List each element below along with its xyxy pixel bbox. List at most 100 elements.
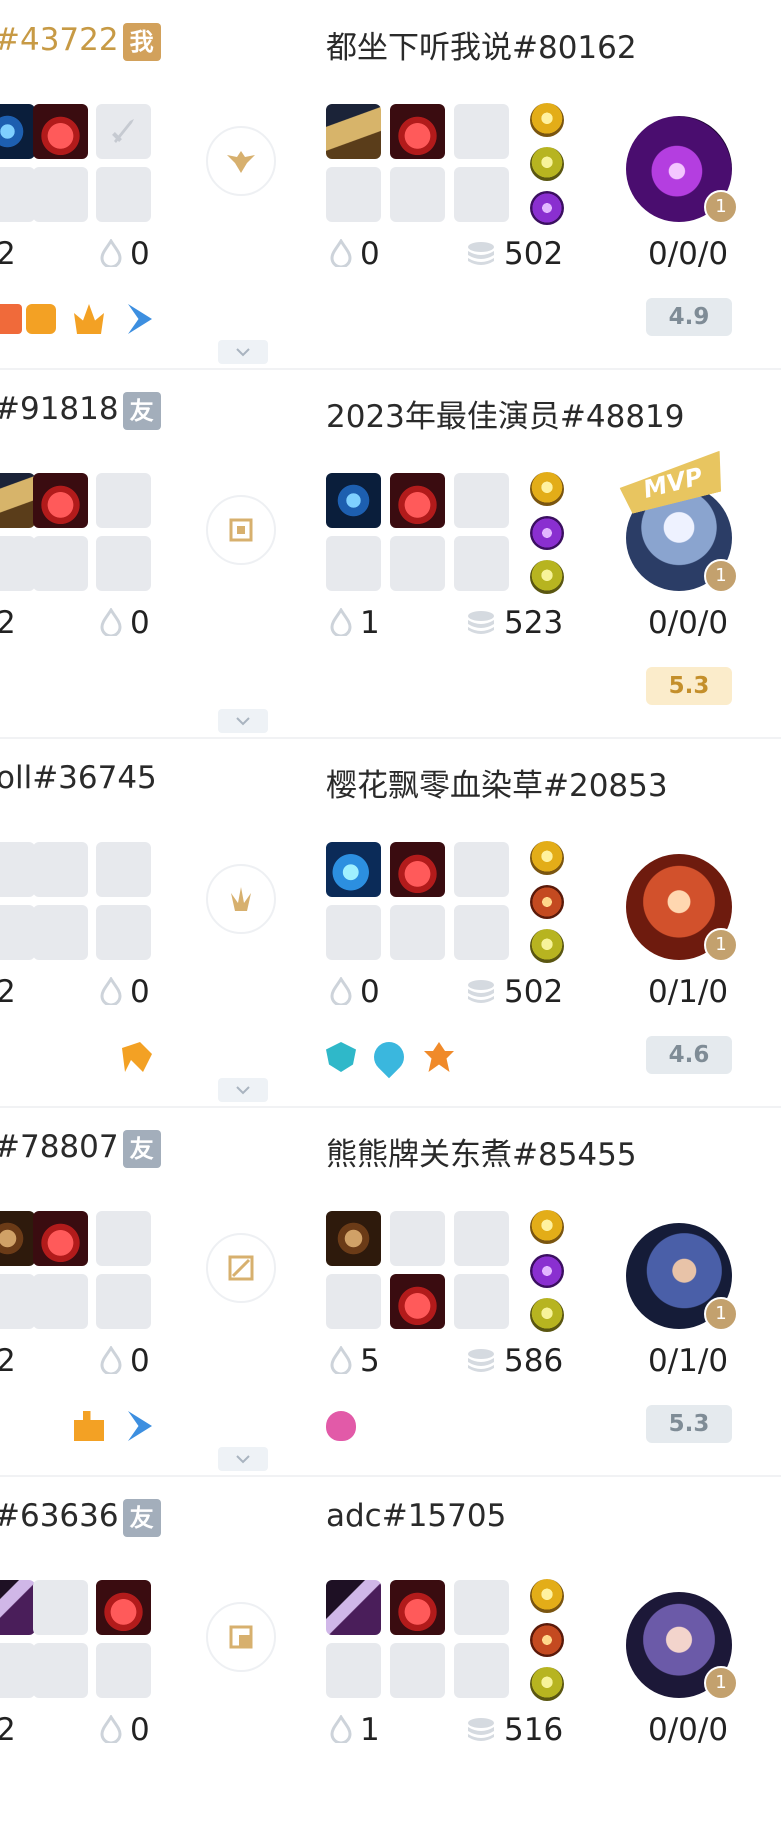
- empty-item-slot: [326, 536, 381, 591]
- empty-item-slot: [454, 104, 509, 159]
- score-badge: 4.9: [646, 298, 732, 336]
- empty-item-slot: [326, 1274, 381, 1329]
- item-slot[interactable]: [0, 473, 35, 528]
- item-slot[interactable]: [326, 104, 381, 159]
- right-player-name[interactable]: 熊熊牌关东煮#85455: [326, 1129, 637, 1174]
- gold-coin-icon: [468, 1718, 494, 1741]
- left-rune-icon: [74, 304, 104, 334]
- rune-keystone-icon: [530, 191, 564, 225]
- right-player-name[interactable]: 樱花飘零血染草#20853: [326, 760, 668, 805]
- empty-item-slot: [0, 1274, 35, 1329]
- empty-item-slot: [33, 1580, 88, 1635]
- right-gold: 516: [466, 1712, 563, 1748]
- summoner-spell-icon: [530, 1210, 564, 1244]
- item-slot[interactable]: [390, 1274, 445, 1329]
- expand-button[interactable]: [218, 1447, 268, 1471]
- level-badge: 1: [704, 190, 738, 224]
- gold-coin-icon: [468, 1349, 494, 1372]
- item-slot[interactable]: [0, 104, 35, 159]
- rune-keystone-icon: [530, 516, 564, 550]
- empty-item-slot: [96, 104, 151, 159]
- empty-item-slot: [390, 905, 445, 960]
- left-rune-icon: [74, 1411, 104, 1441]
- item-slot[interactable]: [390, 473, 445, 528]
- role-top-lane-icon: [206, 1233, 276, 1303]
- rune-keystone-icon: [530, 885, 564, 919]
- left-player-id: #43722: [0, 22, 119, 58]
- empty-item-slot: [454, 1643, 509, 1698]
- empty-item-slot: [326, 167, 381, 222]
- kda-text: 0/1/0: [648, 974, 729, 1010]
- left-wards: 0: [100, 1712, 150, 1748]
- gold-coin-icon: [468, 980, 494, 1003]
- item-slot[interactable]: [326, 842, 381, 897]
- left-stat: 2: [0, 236, 16, 272]
- item-slot[interactable]: [0, 1211, 35, 1266]
- player-row[interactable]: #43722 我 2 0 都坐下听我说#80162 1 0 502 0/0/0 4…: [0, 0, 781, 370]
- empty-item-slot: [96, 1274, 151, 1329]
- item-slot[interactable]: [390, 104, 445, 159]
- left-player-name[interactable]: #78807 友: [0, 1129, 161, 1168]
- empty-item-slot: [390, 167, 445, 222]
- left-wards: 0: [100, 974, 150, 1010]
- kda-text: 0/0/0: [648, 236, 729, 272]
- left-wards: 0: [100, 1343, 150, 1379]
- item-slot[interactable]: [326, 1211, 381, 1266]
- item-slot[interactable]: [33, 104, 88, 159]
- ward-icon: [330, 977, 352, 1005]
- chevron-down-icon: [236, 1455, 250, 1464]
- player-row[interactable]: #63636 友 2 0 adc#15705 1 1 516 0/0/0: [0, 1476, 781, 1844]
- expand-button[interactable]: [218, 340, 268, 364]
- item-slot[interactable]: [390, 842, 445, 897]
- player-row[interactable]: #78807 友 2 0 熊熊牌关东煮#85455 1 5 586 0/1/0 5…: [0, 1107, 781, 1477]
- empty-item-slot: [326, 1643, 381, 1698]
- right-gold: 502: [466, 236, 563, 272]
- item-slot[interactable]: [326, 1580, 381, 1635]
- item-slot[interactable]: [390, 1580, 445, 1635]
- empty-item-slot: [33, 905, 88, 960]
- expand-button[interactable]: [218, 1078, 268, 1102]
- summoner-spell-icon: [530, 1579, 564, 1613]
- empty-item-slot: [33, 842, 88, 897]
- item-slot[interactable]: [326, 473, 381, 528]
- right-player-name[interactable]: 2023年最佳演员#48819: [326, 391, 684, 436]
- left-wards: 0: [100, 605, 150, 641]
- empty-item-slot: [33, 536, 88, 591]
- item-slot[interactable]: [96, 1580, 151, 1635]
- ward-icon: [100, 1346, 122, 1374]
- ward-icon: [100, 239, 122, 267]
- role-jungle-square-icon: [206, 495, 276, 565]
- item-slot[interactable]: [0, 1580, 35, 1635]
- left-rune-icon: [0, 304, 22, 334]
- empty-item-slot: [390, 536, 445, 591]
- ward-icon: [100, 977, 122, 1005]
- chevron-down-icon: [236, 348, 250, 357]
- player-row[interactable]: #91818 友 2 0 2023年最佳演员#48819 MVP 1 1 523 …: [0, 369, 781, 739]
- right-player-name[interactable]: adc#15705: [326, 1498, 506, 1534]
- empty-item-slot: [0, 842, 35, 897]
- right-player-name[interactable]: 都坐下听我说#80162: [326, 22, 637, 67]
- friend-badge: 友: [122, 1129, 161, 1168]
- right-rune-icon: [326, 1042, 356, 1072]
- empty-item-slot: [96, 842, 151, 897]
- empty-item-slot: [0, 1643, 35, 1698]
- left-player-name[interactable]: #91818 友: [0, 391, 161, 430]
- expand-button[interactable]: [218, 709, 268, 733]
- empty-item-slot: [33, 1643, 88, 1698]
- left-player-name[interactable]: #43722 我: [0, 22, 161, 61]
- right-gold: 502: [466, 974, 563, 1010]
- player-row[interactable]: oll#36745 2 0 樱花飘零血染草#20853 1 0 502 0/1/…: [0, 738, 781, 1108]
- left-player-name[interactable]: #63636 友: [0, 1498, 161, 1537]
- item-slot[interactable]: [33, 473, 88, 528]
- right-wards: 1: [330, 1712, 380, 1748]
- left-player-id: #63636: [0, 1498, 119, 1534]
- empty-item-slot: [0, 905, 35, 960]
- item-slot[interactable]: [33, 1211, 88, 1266]
- right-gold: 523: [466, 605, 563, 641]
- friend-badge: 友: [122, 391, 161, 430]
- right-wards: 5: [330, 1343, 380, 1379]
- level-badge: 1: [704, 559, 738, 593]
- right-wards: 1: [330, 605, 380, 641]
- left-player-name[interactable]: oll#36745: [0, 760, 157, 796]
- rune-keystone-icon: [530, 1623, 564, 1657]
